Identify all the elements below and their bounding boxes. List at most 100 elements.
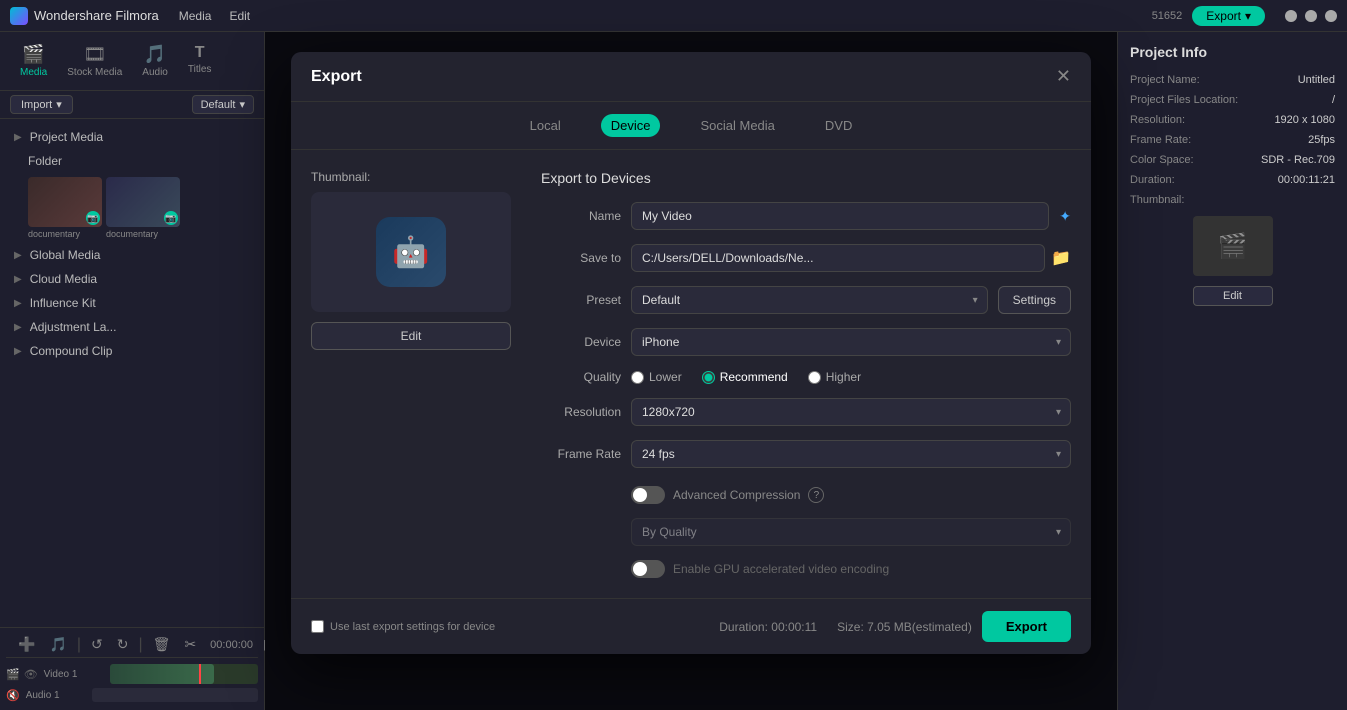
sidebar-item-project-media[interactable]: ▶ Project Media (0, 125, 264, 149)
export-form: Export to Devices Name ✦ Save to (541, 170, 1071, 578)
panel-edit-button[interactable]: Edit (1193, 286, 1273, 306)
quality-lower-radio[interactable] (631, 371, 644, 384)
arrow-icon-5: ▶ (14, 322, 22, 333)
tab-local[interactable]: Local (520, 114, 571, 137)
frame-rate-select[interactable]: 24 fps 25 fps 30 fps 60 fps (631, 440, 1071, 468)
timeline-toolbar: ➕ 🎵 | ↺ ↻ | 🗑 ✂ 00:00:00 | 00:00:02:00 🎬… (0, 627, 264, 710)
default-selector[interactable]: Default ▾ (192, 95, 254, 114)
arrow-icon-4: ▶ (14, 298, 22, 309)
import-arrow: ▾ (56, 98, 62, 111)
use-last-settings-checkbox[interactable]: Use last export settings for device (311, 620, 495, 633)
panel-thumbnail: 🎬 (1193, 216, 1273, 276)
tab-device[interactable]: Device (601, 114, 661, 137)
thumbnail-edit-button[interactable]: Edit (311, 322, 511, 350)
advanced-compression-label: Advanced Compression (673, 488, 800, 502)
quality-lower[interactable]: Lower (631, 370, 682, 384)
thumbnail-row: Thumbnail: (1130, 194, 1335, 206)
device-label: Device (541, 335, 621, 349)
help-icon[interactable]: ? (808, 487, 824, 503)
export-to-label: Export to Devices (541, 170, 1071, 186)
tab-stock-label: Stock Media (67, 67, 122, 78)
modal-close-button[interactable]: ✕ (1056, 66, 1071, 87)
advanced-compression-toggle[interactable] (631, 486, 665, 504)
media-thumbnails: 📷 documentary 📷 documentary (0, 173, 264, 243)
quality-mode-row: By Quality By Bitrate (631, 518, 1071, 546)
quality-label: Quality (541, 370, 621, 384)
nav-tree: ▶ Project Media Folder 📷 documentary (0, 119, 264, 627)
menu-edit[interactable]: Edit (229, 9, 250, 23)
sidebar-item-adjustment-layers[interactable]: ▶ Adjustment La... (0, 315, 264, 339)
add-audio-button[interactable]: 🎵 (45, 634, 70, 655)
thumbnail-1[interactable]: 📷 documentary (28, 177, 102, 239)
thumbnail-2[interactable]: 📷 documentary (106, 177, 180, 239)
import-button[interactable]: Import ▾ (10, 95, 73, 114)
tab-dvd[interactable]: DVD (815, 114, 862, 137)
resolution-select[interactable]: 1280x720 1920x1080 3840x2160 (631, 398, 1071, 426)
tab-audio[interactable]: 🎵 Audio (132, 40, 178, 82)
save-to-input[interactable] (631, 244, 1045, 272)
modal-body: Thumbnail: 🤖 Edit Export to Devices (291, 150, 1091, 598)
preset-select[interactable]: Default Custom (631, 286, 988, 314)
add-track-button[interactable]: ➕ (14, 634, 39, 655)
size-info: Size: 7.05 MB(estimated) (837, 620, 972, 634)
minimize-button[interactable] (1285, 10, 1297, 22)
separator-1: | (77, 636, 81, 654)
quality-recommend-radio[interactable] (702, 371, 715, 384)
name-input[interactable] (631, 202, 1049, 230)
maximize-button[interactable] (1305, 10, 1317, 22)
tab-media[interactable]: 🎬 Media (10, 40, 57, 82)
close-button[interactable] (1325, 10, 1337, 22)
title-bar: Wondershare Filmora Media Edit 51652 Exp… (0, 0, 1347, 32)
title-export-button[interactable]: Export ▾ (1192, 6, 1265, 26)
undo-button[interactable]: ↺ (87, 634, 107, 655)
export-button[interactable]: Export (982, 611, 1071, 642)
preset-row: Preset Default Custom Settings (541, 286, 1071, 314)
audio-track-bar (92, 688, 258, 702)
gpu-toggle[interactable] (631, 560, 665, 578)
audio-track-row: 🔇 Audio 1 (6, 688, 258, 702)
arrow-icon-2: ▶ (14, 250, 22, 261)
tab-stock-media[interactable]: 🎞 Stock Media (57, 40, 132, 82)
settings-button[interactable]: Settings (998, 286, 1071, 314)
project-files-value: / (1332, 94, 1335, 106)
video-track-icon-1[interactable]: 🎬 (6, 668, 20, 681)
tab-social-media[interactable]: Social Media (690, 114, 784, 137)
duration-value: 00:00:11:21 (1278, 174, 1335, 186)
titles-icon: T (195, 44, 205, 62)
quality-higher-radio[interactable] (808, 371, 821, 384)
resolution-info-value: 1920 x 1080 (1274, 114, 1335, 126)
redo-button[interactable]: ↻ (113, 634, 133, 655)
ai-icon-name[interactable]: ✦ (1059, 208, 1071, 225)
quality-higher[interactable]: Higher (808, 370, 861, 384)
tab-titles[interactable]: T Titles (178, 40, 222, 82)
audio-icon: 🎵 (144, 44, 166, 65)
video-track-icon-2[interactable]: 👁 (24, 668, 38, 681)
menu-file[interactable]: Media (179, 9, 212, 23)
color-space-value: SDR - Rec.709 (1261, 154, 1335, 166)
device-select[interactable]: iPhone iPad Android Apple TV (631, 328, 1071, 356)
import-bar: Import ▾ Default ▾ (0, 91, 264, 119)
main-layout: 🎬 Media 🎞 Stock Media 🎵 Audio T Titles I… (0, 32, 1347, 710)
quality-mode-select[interactable]: By Quality By Bitrate (631, 518, 1071, 546)
use-last-settings-input[interactable] (311, 620, 324, 633)
name-row: Name ✦ (541, 202, 1071, 230)
audio-mute-icon[interactable]: 🔇 (6, 689, 20, 702)
thumb-img-2: 📷 (106, 177, 180, 227)
quality-recommend[interactable]: Recommend (702, 370, 788, 384)
sidebar-item-cloud-media[interactable]: ▶ Cloud Media (0, 267, 264, 291)
delete-button[interactable]: 🗑 (149, 634, 175, 655)
frame-rate-info-label: Frame Rate: (1130, 134, 1191, 146)
sidebar-item-global-media[interactable]: ▶ Global Media (0, 243, 264, 267)
save-to-label: Save to (541, 251, 621, 265)
separator-2: | (139, 636, 143, 654)
sidebar-item-folder[interactable]: Folder (0, 149, 264, 173)
modal-title: Export (311, 68, 362, 86)
sidebar-item-influence-kit[interactable]: ▶ Influence Kit (0, 291, 264, 315)
menu-bar: Media Edit (179, 9, 250, 23)
split-button[interactable]: ✂ (180, 634, 200, 655)
duration-info: Duration: 00:00:11 (719, 620, 817, 634)
app-name: Wondershare Filmora (34, 8, 159, 23)
name-label: Name (541, 209, 621, 223)
folder-browse-button[interactable]: 📁 (1051, 248, 1071, 268)
sidebar-item-compound-clip[interactable]: ▶ Compound Clip (0, 339, 264, 363)
